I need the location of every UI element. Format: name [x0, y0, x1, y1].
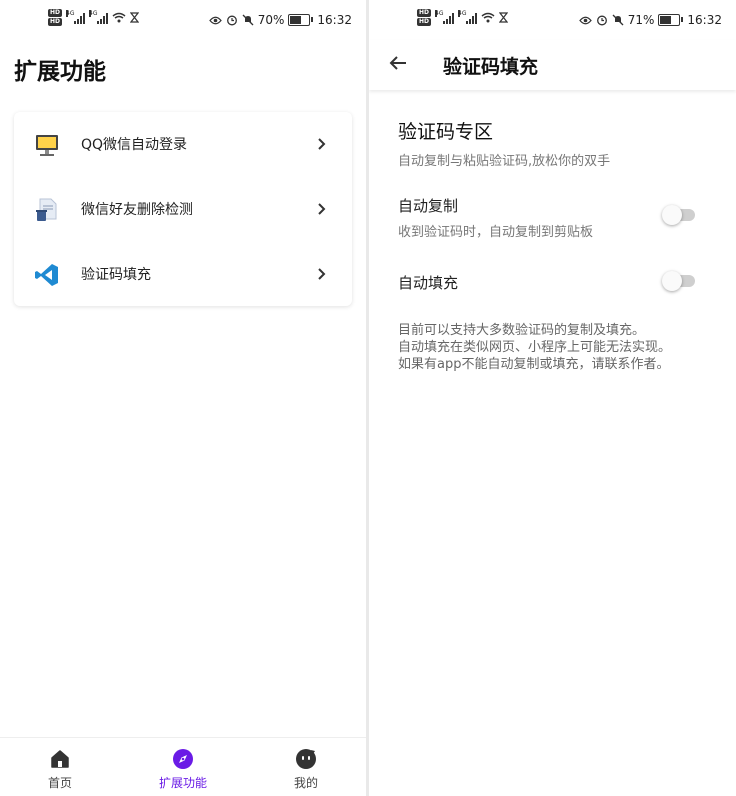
clock: 16:32	[687, 13, 722, 27]
info-line: 如果有app不能自动复制或填充，请联系作者。	[398, 357, 670, 372]
tab-label: 我的	[293, 776, 318, 790]
bottom-navigation: 首页 扩展功能 我的	[0, 737, 366, 796]
alarm-icon	[226, 15, 237, 26]
signal-icon: 4G	[66, 9, 86, 24]
hd-icon: HD HD	[417, 9, 432, 26]
chevron-right-icon	[318, 268, 326, 280]
status-bar: HD HD 4G 4G 70% 16:32	[0, 0, 366, 40]
app-bar: 验证码填充	[369, 40, 736, 90]
tab-label: 扩展功能	[158, 776, 207, 790]
mute-bell-icon	[612, 14, 624, 26]
menu-item-label: 微信好友删除检测	[81, 202, 193, 218]
menu-item-friend-delete-check[interactable]: 微信好友删除检测	[14, 177, 352, 242]
toggle-knob	[662, 205, 682, 225]
battery-icon	[288, 14, 314, 26]
auto-fill-toggle[interactable]	[662, 271, 695, 291]
menu-item-label: 验证码填充	[81, 267, 151, 283]
eye-icon	[208, 16, 222, 24]
wifi-icon	[112, 12, 126, 23]
left-screen: HD HD 4G 4G 70% 16:32 扩展功能 QQ微信自动登录 微信好友…	[0, 0, 366, 796]
feature-list-card: QQ微信自动登录 微信好友删除检测 验证码填充	[14, 112, 352, 306]
monitor-icon	[36, 135, 58, 156]
compass-icon	[173, 749, 193, 769]
tab-label: 首页	[47, 776, 72, 790]
info-line: 自动填充在类似网页、小程序上可能无法实现。	[398, 340, 672, 355]
setting-auto-copy-title: 自动复制	[398, 197, 459, 215]
back-arrow-icon[interactable]	[387, 52, 409, 74]
page-title: 扩展功能	[14, 59, 106, 85]
section-title: 验证码专区	[398, 121, 494, 143]
profile-face-icon	[296, 749, 316, 769]
document-trash-icon	[36, 198, 57, 221]
signal-icon: 4G	[89, 9, 109, 24]
info-line: 目前可以支持大多数验证码的复制及填充。	[398, 323, 646, 338]
setting-auto-fill-title: 自动填充	[398, 274, 459, 292]
signal-icon: 4G	[435, 9, 455, 24]
hd-icon: HD HD	[48, 9, 63, 26]
clock: 16:32	[317, 13, 352, 27]
tab-profile[interactable]: 我的	[271, 748, 341, 791]
battery-percent: 71%	[627, 13, 655, 27]
menu-item-captcha-fill[interactable]: 验证码填充	[14, 242, 352, 307]
toggle-knob	[662, 271, 682, 291]
info-text: 目前可以支持大多数验证码的复制及填充。 自动填充在类似网页、小程序上可能无法实现…	[398, 322, 671, 373]
status-bar: HD HD 4G 4G 71% 16:32	[369, 0, 736, 40]
battery-icon	[658, 14, 684, 26]
vscode-icon	[35, 264, 58, 286]
chevron-right-icon	[318, 203, 326, 215]
menu-item-qq-wechat-login[interactable]: QQ微信自动登录	[14, 112, 352, 177]
wifi-icon	[481, 12, 495, 23]
chevron-right-icon	[318, 138, 326, 150]
mute-bell-icon	[242, 14, 254, 26]
battery-percent: 70%	[257, 13, 285, 27]
app-bar-title: 验证码填充	[443, 56, 539, 78]
signal-icon: 4G	[458, 9, 478, 24]
tab-home[interactable]: 首页	[25, 748, 95, 791]
menu-item-label: QQ微信自动登录	[81, 137, 188, 153]
hourglass-icon	[130, 12, 140, 23]
alarm-icon	[596, 15, 607, 26]
hourglass-icon	[499, 12, 509, 23]
home-icon	[51, 750, 69, 768]
auto-copy-toggle[interactable]	[662, 205, 695, 225]
right-screen: HD HD 4G 4G 71% 16:32 验证码填充 验证码专区 自动复制与粘贴…	[369, 0, 736, 796]
section-subtitle: 自动复制与粘贴验证码,放松你的双手	[398, 154, 611, 169]
eye-icon	[578, 16, 592, 24]
tab-extensions[interactable]: 扩展功能	[148, 748, 218, 791]
setting-auto-copy-subtitle: 收到验证码时，自动复制到剪贴板	[398, 225, 594, 240]
